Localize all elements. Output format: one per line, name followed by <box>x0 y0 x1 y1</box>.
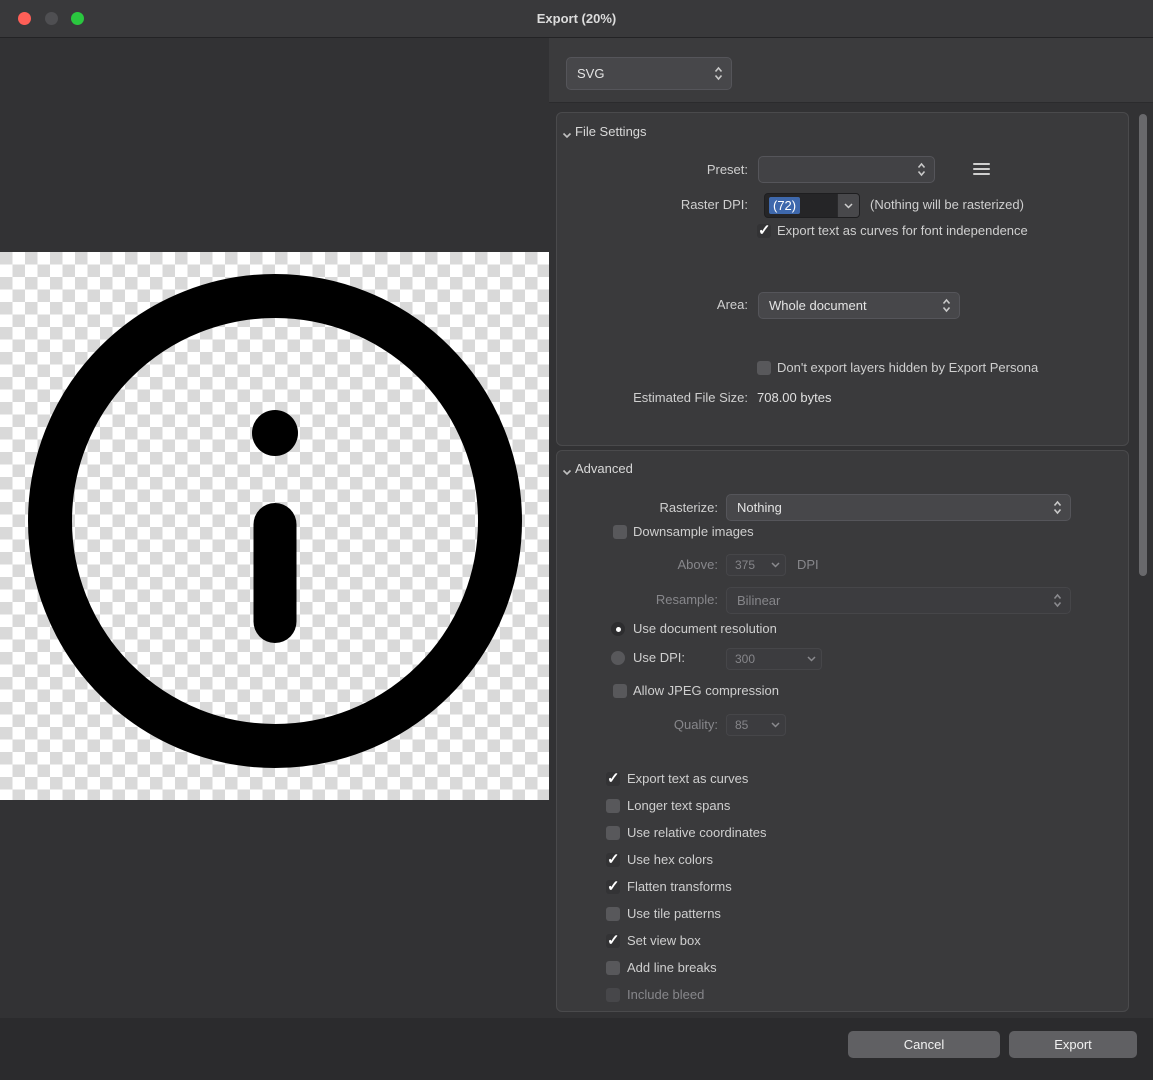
cancel-button[interactable]: Cancel <box>848 1031 1000 1058</box>
resample-label: Resample: <box>568 592 718 608</box>
stepper-arrows-icon <box>1053 500 1062 515</box>
raster-dpi-dropdown-arrow-icon[interactable] <box>837 194 859 217</box>
option-checkbox-use-relative-coordinates[interactable] <box>606 826 620 840</box>
info-circle-icon <box>0 252 549 800</box>
stepper-arrows-icon <box>1053 593 1062 608</box>
stepper-arrows-icon <box>917 162 926 177</box>
footer-bar: Cancel Export <box>0 1018 1153 1080</box>
stepper-arrows-icon <box>714 66 723 81</box>
above-select-value: 375 <box>735 558 765 572</box>
use-dpi-label[interactable]: Use DPI: <box>633 650 685 666</box>
quality-label: Quality: <box>568 717 718 733</box>
preset-select[interactable] <box>758 156 935 183</box>
estimated-size-label: Estimated File Size: <box>568 390 748 406</box>
area-select-value: Whole document <box>769 298 936 313</box>
export-text-curves-label[interactable]: Export text as curves for font independe… <box>777 223 1028 239</box>
window-title: Export (20%) <box>0 0 1153 38</box>
stepper-arrows-icon <box>942 298 951 313</box>
option-label[interactable]: Use tile patterns <box>627 906 721 922</box>
export-button[interactable]: Export <box>1009 1031 1137 1058</box>
option-checkbox-export-text-as-curves[interactable] <box>606 772 620 786</box>
option-checkbox-longer-text-spans[interactable] <box>606 799 620 813</box>
dropdown-arrow-icon <box>807 656 816 662</box>
option-label[interactable]: Set view box <box>627 933 701 949</box>
format-select[interactable]: SVG <box>566 57 732 90</box>
quality-select[interactable]: 85 <box>726 714 786 736</box>
estimated-size-value: 708.00 bytes <box>757 390 831 406</box>
quality-select-value: 85 <box>735 718 765 732</box>
option-label[interactable]: Flatten transforms <box>627 879 732 895</box>
raster-dpi-input[interactable]: (72) <box>764 193 860 218</box>
area-select[interactable]: Whole document <box>758 292 960 319</box>
option-checkbox-include-bleed[interactable] <box>606 988 620 1002</box>
option-label[interactable]: Use hex colors <box>627 852 713 868</box>
option-checkbox-set-view-box[interactable] <box>606 934 620 948</box>
option-label[interactable]: Export text as curves <box>627 771 748 787</box>
dont-export-hidden-label[interactable]: Don't export layers hidden by Export Per… <box>777 360 1038 376</box>
titlebar: Export (20%) <box>0 0 1153 38</box>
preview-canvas <box>0 252 549 800</box>
option-label[interactable]: Use relative coordinates <box>627 825 766 841</box>
option-label[interactable]: Add line breaks <box>627 960 717 976</box>
use-document-resolution-radio[interactable] <box>611 622 625 636</box>
resample-select-value: Bilinear <box>737 593 1047 608</box>
use-document-resolution-label[interactable]: Use document resolution <box>633 621 777 637</box>
resample-select[interactable]: Bilinear <box>726 587 1071 614</box>
above-unit-label: DPI <box>797 557 819 573</box>
dropdown-arrow-icon <box>771 562 780 568</box>
area-label: Area: <box>568 297 748 313</box>
dont-export-hidden-checkbox[interactable] <box>757 361 771 375</box>
option-checkbox-use-tile-patterns[interactable] <box>606 907 620 921</box>
raster-dpi-note: (Nothing will be rasterized) <box>870 197 1024 213</box>
downsample-label[interactable]: Downsample images <box>633 524 754 540</box>
advanced-panel: Advanced Rasterize: Nothing Downsample i… <box>556 450 1129 1012</box>
rasterize-select[interactable]: Nothing <box>726 494 1071 521</box>
raster-dpi-label: Raster DPI: <box>568 197 748 213</box>
option-checkbox-add-line-breaks[interactable] <box>606 961 620 975</box>
jpeg-compression-checkbox[interactable] <box>613 684 627 698</box>
advanced-title[interactable]: Advanced <box>575 461 633 477</box>
use-dpi-select[interactable]: 300 <box>726 648 822 670</box>
above-label: Above: <box>568 557 718 573</box>
format-select-value: SVG <box>577 66 708 81</box>
dropdown-arrow-icon <box>771 722 780 728</box>
option-checkbox-flatten-transforms[interactable] <box>606 880 620 894</box>
above-select[interactable]: 375 <box>726 554 786 576</box>
option-checkbox-use-hex-colors[interactable] <box>606 853 620 867</box>
scrollbar[interactable] <box>1139 114 1147 576</box>
option-label[interactable]: Longer text spans <box>627 798 730 814</box>
rasterize-select-value: Nothing <box>737 500 1047 515</box>
file-settings-panel: File Settings Preset: Raster DPI: (72) (… <box>556 112 1129 446</box>
format-bar: SVG <box>549 38 1153 103</box>
file-settings-title[interactable]: File Settings <box>575 124 647 140</box>
preset-menu-icon[interactable] <box>973 163 990 175</box>
jpeg-compression-label[interactable]: Allow JPEG compression <box>633 683 779 699</box>
rasterize-label: Rasterize: <box>568 500 718 516</box>
preview-pane <box>0 38 549 1018</box>
raster-dpi-value: (72) <box>769 197 800 214</box>
use-dpi-select-value: 300 <box>735 652 801 666</box>
export-text-curves-checkbox[interactable] <box>757 224 771 238</box>
collapse-chevron-icon[interactable] <box>562 127 572 142</box>
use-dpi-radio[interactable] <box>611 651 625 665</box>
preset-label: Preset: <box>568 162 748 178</box>
downsample-checkbox[interactable] <box>613 525 627 539</box>
option-label[interactable]: Include bleed <box>627 987 704 1003</box>
collapse-chevron-icon[interactable] <box>562 464 572 479</box>
